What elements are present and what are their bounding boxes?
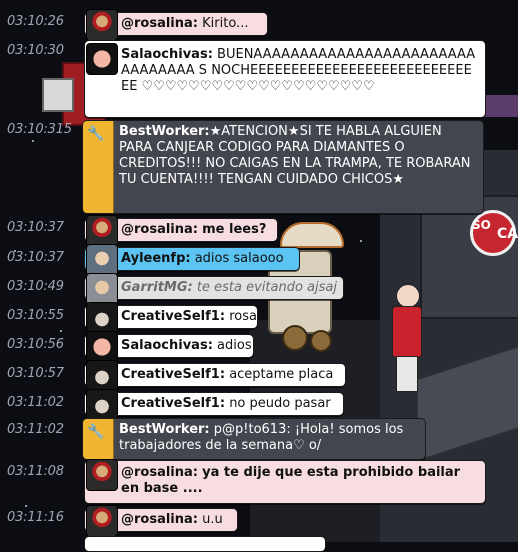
- chat-username[interactable]: BestWorker:: [119, 124, 210, 139]
- chat-bubble[interactable]: 🔧 BestWorker:★ATENCION★SI TE HABLA ALGUI…: [82, 120, 484, 214]
- chat-username[interactable]: CreativeSelf1:: [121, 309, 225, 324]
- chat-message: te esta evitando ajsaj: [196, 280, 337, 295]
- chat-timestamp: 03:10:37: [7, 220, 64, 235]
- user-avatar[interactable]: [86, 331, 118, 363]
- chat-username[interactable]: BestWorker:: [119, 422, 210, 437]
- chat-message: no peudo pasar: [229, 396, 331, 411]
- wrench-icon: 🔧: [87, 424, 105, 440]
- user-avatar[interactable]: [86, 273, 118, 305]
- star: [32, 140, 34, 142]
- user-avatar[interactable]: [86, 9, 118, 41]
- user-avatar[interactable]: [86, 389, 118, 421]
- chat-username[interactable]: @rosalina:: [121, 512, 198, 527]
- chat-bubble[interactable]: @rosalina: Kirito...: [84, 9, 268, 41]
- chat-timestamp: 03:10:55: [7, 308, 64, 323]
- chat-username[interactable]: Salaochivas:: [121, 338, 213, 353]
- chat-message: Kirito...: [202, 16, 249, 31]
- chat-bubble[interactable]: Salaochivas: adios: [84, 331, 254, 363]
- chat-message: adios salaooo: [194, 251, 284, 266]
- chat-username[interactable]: @rosalina:: [121, 16, 198, 31]
- chat-username[interactable]: Ayleenfp:: [121, 251, 191, 266]
- room-avatar-legs: [396, 356, 418, 392]
- chat-username[interactable]: @rosalina:: [121, 222, 198, 237]
- cart-umbrella: [280, 222, 344, 248]
- chat-timestamp: 03:10:315: [7, 122, 72, 137]
- chat-bubble[interactable]: 🔧 BestWorker: p@p!to613: ¡Hola! somos lo…: [82, 418, 426, 460]
- chat-bubble[interactable]: Ayleenfp: adios salaooo: [84, 244, 300, 276]
- chat-message: u.u: [202, 512, 223, 527]
- room-avatar-head[interactable]: [396, 284, 420, 308]
- chat-timestamp: 03:10:37: [7, 250, 64, 265]
- cart-wheel: [310, 330, 332, 352]
- chat-message: adios: [217, 338, 252, 353]
- star: [25, 505, 27, 507]
- chat-message: aceptame placa: [229, 367, 334, 382]
- user-avatar[interactable]: [86, 244, 118, 276]
- chat-bubble[interactable]: @rosalina: ya te dije que esta prohibido…: [84, 459, 486, 504]
- chat-bubble[interactable]: CreativeSelf1: rosa: [84, 302, 258, 334]
- decor-furniture: [42, 78, 74, 112]
- chat-timestamp: 03:11:02: [7, 422, 64, 437]
- chat-timestamp: 03:10:30: [7, 43, 64, 58]
- staff-badge: 🔧: [83, 121, 114, 213]
- sign-text: CA: [497, 226, 518, 242]
- chat-bubble[interactable]: CreativeSelf1: aceptame placa: [84, 360, 346, 392]
- chat-username[interactable]: CreativeSelf1:: [121, 396, 225, 411]
- wrench-icon: 🔧: [87, 126, 105, 142]
- sign-text: SO: [472, 218, 491, 232]
- chat-bubble[interactable]: @rosalina: me lees?: [84, 215, 278, 247]
- chat-timestamp: 03:10:49: [7, 279, 64, 294]
- user-avatar[interactable]: [86, 302, 118, 334]
- room-avatar-body[interactable]: [392, 306, 422, 358]
- chat-bubble[interactable]: GarritMG: te esta evitando ajsaj: [84, 273, 344, 305]
- chat-timestamp: 03:11:16: [7, 510, 64, 525]
- chat-bubble-partial[interactable]: [84, 536, 326, 552]
- user-avatar[interactable]: [86, 215, 118, 247]
- chat-timestamp: 03:10:57: [7, 366, 64, 381]
- chat-timestamp: 03:10:26: [7, 14, 64, 29]
- chat-username[interactable]: Salaochivas:: [121, 47, 213, 62]
- star: [60, 330, 62, 332]
- chat-timestamp: 03:11:08: [7, 464, 64, 479]
- chat-bubble[interactable]: Salaochivas: BUENAAAAAAAAAAAAAAAAAAAAAAA…: [84, 40, 486, 118]
- chat-message: rosa: [229, 309, 257, 324]
- chat-message: me lees?: [202, 222, 267, 237]
- chat-username[interactable]: CreativeSelf1:: [121, 367, 225, 382]
- chat-username[interactable]: GarritMG:: [121, 280, 193, 295]
- chat-timestamp: 03:11:02: [7, 395, 64, 410]
- user-avatar[interactable]: [86, 43, 118, 75]
- staff-badge: 🔧: [83, 419, 114, 459]
- chat-bubble[interactable]: CreativeSelf1: no peudo pasar: [84, 389, 344, 421]
- chat-timestamp: 03:10:56: [7, 337, 64, 352]
- chat-username[interactable]: @rosalina:: [121, 465, 198, 480]
- star: [360, 240, 362, 242]
- cart-wheel: [282, 325, 308, 351]
- user-avatar[interactable]: [86, 505, 118, 537]
- user-avatar[interactable]: [86, 459, 118, 491]
- user-avatar[interactable]: [86, 360, 118, 392]
- chat-bubble[interactable]: @rosalina: u.u: [84, 505, 238, 537]
